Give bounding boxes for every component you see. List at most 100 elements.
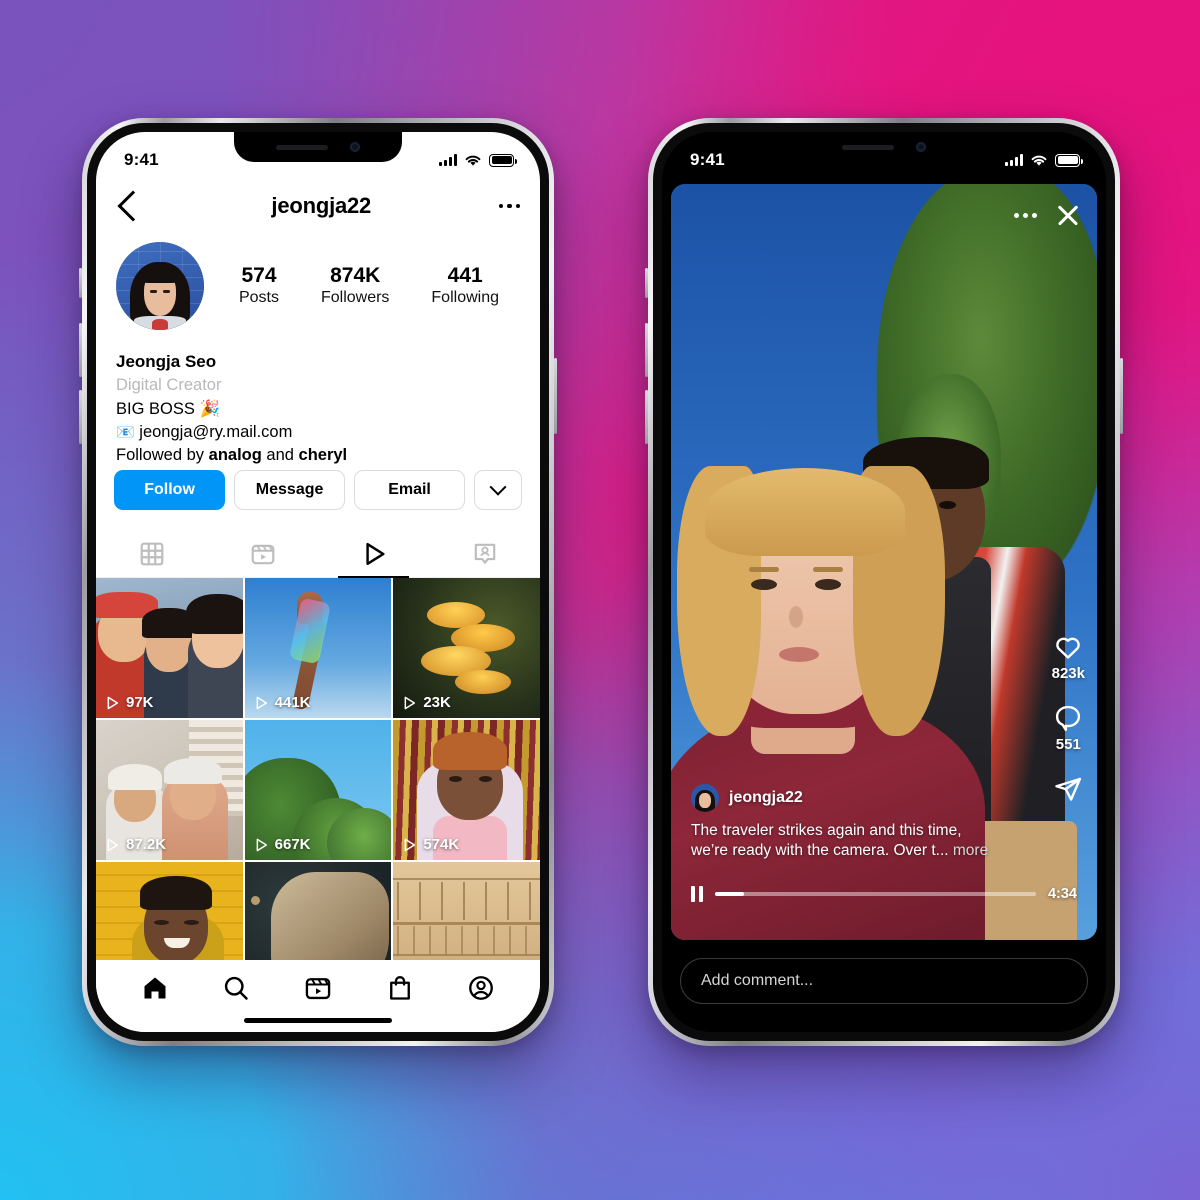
grid-item[interactable]: 574K xyxy=(393,720,540,860)
reel-author[interactable]: jeongja22 xyxy=(691,783,1021,812)
caption-line-1: The traveler strikes again and this time… xyxy=(691,821,962,839)
profile-circle-icon[interactable] xyxy=(467,974,495,1002)
more-actions-button[interactable] xyxy=(474,470,522,510)
reels-icon[interactable] xyxy=(304,974,332,1002)
followed-name-1[interactable]: analog xyxy=(209,446,262,464)
profile-bio: Jeongja Seo Digital Creator BIG BOSS 🎉 📧… xyxy=(96,350,540,468)
grid-item[interactable] xyxy=(393,862,540,960)
right-screen: 9:41 823k 551 jeongja22 The traveler str… xyxy=(662,132,1106,1032)
like-count: 823k xyxy=(1051,665,1085,682)
grid-tab[interactable] xyxy=(96,530,207,577)
grid-icon xyxy=(140,542,163,565)
caption-more-link[interactable]: more xyxy=(953,842,988,859)
mute-switch[interactable] xyxy=(645,268,648,298)
profile-header: jeongja22 xyxy=(96,178,540,234)
bio-line-1: BIG BOSS 🎉 xyxy=(116,399,220,418)
share-action[interactable] xyxy=(1053,774,1083,804)
reels-tab[interactable] xyxy=(207,530,318,577)
notch xyxy=(234,132,402,162)
reel-author-avatar[interactable] xyxy=(691,783,719,812)
tagged-tab[interactable] xyxy=(429,530,540,577)
view-count-value: 87.2K xyxy=(126,836,167,853)
reel-video[interactable]: 823k 551 jeongja22 The traveler strikes … xyxy=(671,184,1097,940)
close-x-icon[interactable] xyxy=(1055,202,1081,228)
play-triangle-icon xyxy=(256,696,267,709)
signal-bars-icon xyxy=(439,154,457,166)
back-chevron-icon[interactable] xyxy=(117,190,149,222)
grid-item[interactable] xyxy=(96,862,243,960)
grid-item[interactable]: 23K xyxy=(393,578,540,718)
home-indicator[interactable] xyxy=(244,1018,392,1023)
profile-avatar[interactable] xyxy=(116,242,204,330)
wifi-icon xyxy=(465,155,481,166)
shop-bag-icon[interactable] xyxy=(386,974,414,1002)
comment-count: 551 xyxy=(1055,736,1081,753)
mute-switch[interactable] xyxy=(79,268,82,298)
video-duration: 4:34 xyxy=(1047,886,1077,902)
followed-name-2[interactable]: cheryl xyxy=(299,446,348,464)
grid-item[interactable]: 667K xyxy=(244,720,392,860)
stat-posts[interactable]: 574 Posts xyxy=(239,264,279,309)
more-options-icon[interactable] xyxy=(1014,212,1037,218)
view-count-value: 574K xyxy=(423,836,460,853)
front-camera xyxy=(916,142,926,152)
play-triangle-icon xyxy=(404,696,416,709)
search-icon[interactable] xyxy=(222,974,250,1002)
home-icon[interactable] xyxy=(141,974,169,1002)
bio-email: jeongja@ry.mail.com xyxy=(139,422,293,441)
play-triangle-icon xyxy=(365,542,385,565)
caption-line-2: we’re ready with the camera. Over t... xyxy=(691,842,949,860)
message-button[interactable]: Message xyxy=(234,470,346,510)
view-count-value: 667K xyxy=(274,836,311,853)
stat-value: 441 xyxy=(447,263,483,287)
bio-category: Digital Creator xyxy=(116,376,222,395)
play-triangle-icon xyxy=(256,838,267,851)
heart-icon xyxy=(1056,637,1081,659)
comment-action[interactable]: 551 xyxy=(1053,703,1083,753)
reel-caption: The traveler strikes again and this time… xyxy=(691,821,1021,862)
video-tab[interactable] xyxy=(318,530,429,578)
volume-up-button[interactable] xyxy=(79,323,82,377)
video-grid: 97K 441K 23K 87.2K 667K 574K xyxy=(96,578,540,960)
page-title: jeongja22 xyxy=(271,193,372,218)
grid-item[interactable] xyxy=(244,862,392,960)
play-triangle-icon xyxy=(107,838,119,851)
follow-button[interactable]: Follow xyxy=(114,470,226,510)
tagged-person-icon xyxy=(474,543,495,564)
reel-side-actions: 823k 551 xyxy=(1052,632,1085,820)
reels-icon xyxy=(251,544,274,564)
profile-summary: 574 Posts 874K Followers 441 Following xyxy=(96,242,540,330)
volume-down-button[interactable] xyxy=(79,390,82,444)
add-comment-input[interactable]: Add comment... xyxy=(680,958,1088,1004)
more-options-icon[interactable] xyxy=(498,203,520,209)
power-button[interactable] xyxy=(1120,358,1123,434)
email-button[interactable]: Email xyxy=(354,470,465,510)
stat-label: Following xyxy=(431,288,499,306)
bio-email-line: 📧 jeongja@ry.mail.com xyxy=(116,421,520,444)
stat-label: Posts xyxy=(238,288,279,306)
chevron-down-icon xyxy=(489,478,507,496)
view-count-value: 97K xyxy=(126,694,154,711)
view-count-value: 441K xyxy=(274,694,311,711)
status-time: 9:41 xyxy=(124,150,159,169)
power-button[interactable] xyxy=(554,358,557,434)
signal-bars-icon xyxy=(1005,154,1023,166)
grid-item[interactable]: 97K xyxy=(96,578,243,718)
volume-down-button[interactable] xyxy=(645,390,648,444)
progress-track[interactable] xyxy=(715,892,1036,896)
like-action[interactable]: 823k xyxy=(1052,632,1085,682)
share-paper-plane-icon xyxy=(1055,777,1082,801)
phone-right-reel: 9:41 823k 551 jeongja22 The traveler str… xyxy=(645,118,1123,1046)
grid-item[interactable]: 87.2K xyxy=(96,720,243,860)
stat-followers[interactable]: 874K Followers xyxy=(321,264,389,309)
pause-icon[interactable] xyxy=(691,886,703,902)
view-count: 23K xyxy=(401,694,451,711)
battery-icon xyxy=(1055,153,1083,167)
grid-item[interactable]: 441K xyxy=(244,578,392,718)
followed-prefix: Followed by xyxy=(116,446,209,465)
volume-up-button[interactable] xyxy=(645,323,648,377)
view-count: 667K xyxy=(253,836,311,853)
profile-tabs xyxy=(96,530,540,578)
stat-following[interactable]: 441 Following xyxy=(431,264,499,309)
view-count: 97K xyxy=(104,694,154,711)
